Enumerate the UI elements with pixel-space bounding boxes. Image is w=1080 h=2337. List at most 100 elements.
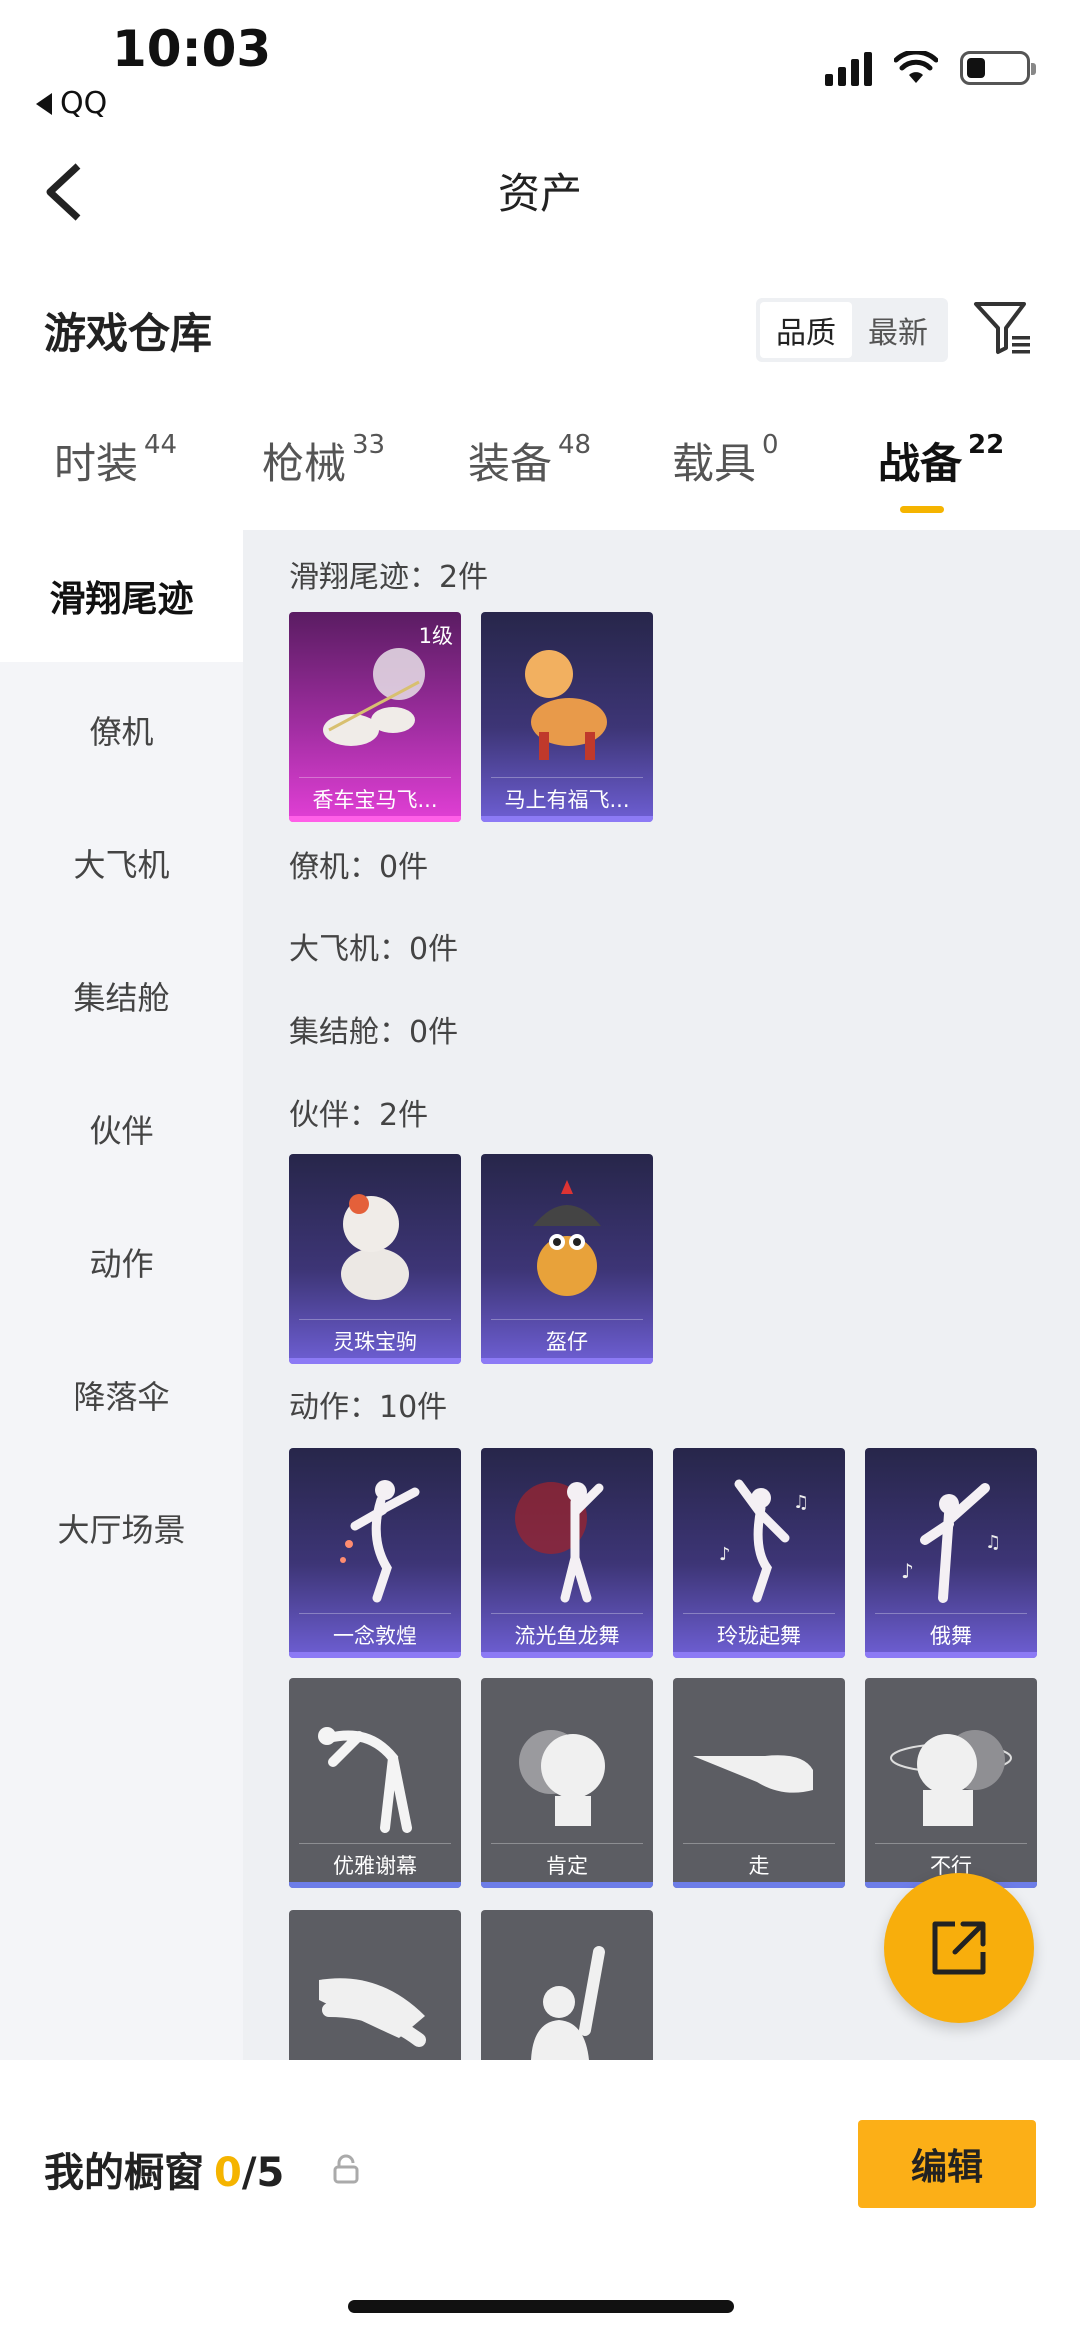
item-card[interactable]: 马上有福飞...: [481, 612, 653, 822]
category-heading: 伙伴：2件: [289, 1098, 429, 1133]
system-icons: [825, 50, 1036, 86]
item-card[interactable]: 优雅谢幕: [289, 1678, 461, 1888]
item-card[interactable]: 盔仔: [481, 1154, 653, 1364]
item-level: 1级: [418, 624, 453, 648]
svg-text:♫: ♫: [985, 1532, 1001, 1553]
dancer-silhouette-icon: [515, 1482, 604, 1603]
back-triangle-icon: [36, 92, 52, 115]
sidebar-item-pod[interactable]: 集结舱: [0, 930, 243, 1062]
category-heading: 集结舱：0件: [289, 1015, 459, 1050]
item-name: 玲珑起舞: [717, 1624, 801, 1648]
item-name: 灵珠宝驹: [333, 1330, 417, 1354]
clap-hands-icon: [319, 1978, 426, 2047]
item-name: 一念敦煌: [333, 1624, 417, 1648]
tab-label: 载具: [672, 439, 757, 488]
item-name: 马上有福飞...: [504, 788, 630, 812]
sidebar-item-plane[interactable]: 大飞机: [0, 797, 243, 929]
home-indicator: [348, 2300, 734, 2313]
item-card[interactable]: 肯定: [481, 1678, 653, 1888]
showcase-total-count: /5: [241, 2150, 285, 2196]
dancer-silhouette-icon: ♪ ♫: [901, 1483, 1001, 1603]
cellular-signal-icon: [825, 50, 872, 86]
tab-count: 48: [558, 430, 592, 460]
share-external-icon: [932, 1921, 986, 1975]
item-card[interactable]: 一念敦煌: [289, 1448, 461, 1658]
item-name: 肯定: [546, 1854, 588, 1878]
sidebar-item-partner[interactable]: 伙伴: [0, 1063, 243, 1195]
showcase-current-count: 0: [214, 2150, 242, 2196]
item-card[interactable]: 灵珠宝驹: [289, 1154, 461, 1364]
item-card[interactable]: 1级 香车宝马飞...: [289, 612, 461, 822]
sidebar-item-wingman[interactable]: 僚机: [0, 664, 243, 796]
lock-icon: [333, 2154, 359, 2184]
item-name: 走: [748, 1854, 770, 1878]
item-card[interactable]: 走: [673, 1678, 845, 1888]
tab-vehicles[interactable]: 载具 0: [672, 430, 779, 491]
filter-button[interactable]: [970, 296, 1034, 360]
sort-toggle: 品质 最新: [756, 298, 948, 362]
svg-text:♪: ♪: [719, 1544, 731, 1565]
sidebar-item-lobby-scene[interactable]: 大厅场景: [0, 1462, 243, 1594]
item-art-icon: [533, 1180, 601, 1296]
item-card[interactable]: ♪ ♫ 俄舞: [865, 1448, 1037, 1658]
item-grid-panel: 滑翔尾迹：2件 1级 香车宝马飞... 马上有福飞... 僚机：0件 大飞机：0…: [243, 530, 1080, 2060]
back-to-app-link[interactable]: QQ: [36, 86, 107, 121]
item-card[interactable]: 流光鱼龙舞: [481, 1448, 653, 1658]
status-bar: 10:03 QQ: [0, 0, 1080, 130]
tab-battle-prep[interactable]: 战备 22: [878, 430, 1004, 491]
sidebar-item-action[interactable]: 动作: [0, 1196, 243, 1328]
item-name: 香车宝马飞...: [312, 788, 438, 812]
shake-head-icon: [890, 1730, 1012, 1826]
warehouse-title: 游戏仓库: [44, 309, 213, 358]
nod-head-icon: [519, 1730, 605, 1826]
battery-icon: [960, 51, 1036, 85]
item-name: 俄舞: [930, 1624, 972, 1648]
tab-fashion[interactable]: 时装 44: [54, 430, 177, 491]
category-heading: 大飞机：0件: [289, 932, 459, 967]
category-heading: 僚机：0件: [289, 850, 429, 885]
category-tabs: 时装 44 枪械 33 装备 48 载具 0 战备 22: [0, 430, 1080, 530]
sidebar-item-glide-trail[interactable]: 滑翔尾迹: [0, 530, 243, 662]
tab-count: 33: [352, 430, 386, 460]
tab-label: 时装: [54, 439, 139, 488]
showcase-label: 我的橱窗 0 /5: [44, 2140, 284, 2198]
share-button[interactable]: [884, 1873, 1034, 2023]
sidebar: 滑翔尾迹 僚机 大飞机 集结舱 伙伴 动作 降落伞 大厅场景: [0, 530, 243, 2060]
category-heading: 滑翔尾迹：2件: [289, 560, 489, 595]
tab-guns[interactable]: 枪械 33: [262, 430, 385, 491]
showcase-title: 我的橱窗: [44, 2150, 204, 2196]
svg-text:♫: ♫: [793, 1492, 809, 1513]
dancer-silhouette-icon: ♪ ♫: [719, 1479, 809, 1603]
filter-icon: [974, 302, 1030, 354]
edit-button[interactable]: 编辑: [858, 2120, 1036, 2208]
item-art-icon: [341, 1194, 409, 1300]
page-title: 资产: [497, 169, 582, 218]
sidebar-item-parachute[interactable]: 降落伞: [0, 1329, 243, 1461]
tab-count: 0: [762, 430, 779, 460]
tab-label: 枪械: [262, 439, 347, 488]
wifi-icon: [894, 51, 938, 83]
wave-hand-icon: [531, 1946, 605, 2060]
item-card[interactable]: [289, 1910, 461, 2060]
item-card[interactable]: [481, 1910, 653, 2060]
back-app-label: QQ: [60, 86, 108, 121]
tab-count: 44: [144, 430, 178, 460]
status-time: 10:03: [112, 20, 272, 78]
svg-text:♪: ♪: [901, 1559, 914, 1583]
bow-silhouette-icon: [318, 1727, 412, 1833]
item-card[interactable]: 不行: [865, 1678, 1037, 1888]
tab-equipment[interactable]: 装备 48: [468, 430, 591, 491]
tab-count: 22: [968, 430, 1005, 460]
item-name: 盔仔: [546, 1330, 588, 1354]
tab-label: 战备: [878, 439, 963, 488]
tab-label: 装备: [468, 439, 553, 488]
pointing-hand-icon: [693, 1755, 813, 1793]
sort-latest-option[interactable]: 最新: [852, 302, 944, 358]
item-name: 优雅谢幕: [333, 1854, 417, 1878]
item-art-icon: [525, 650, 607, 760]
dancer-silhouette-icon: [340, 1480, 420, 1603]
item-card[interactable]: ♪ ♫ 玲珑起舞: [673, 1448, 845, 1658]
sort-quality-option[interactable]: 品质: [760, 302, 852, 358]
category-heading: 动作：10件: [289, 1390, 448, 1425]
item-name: 流光鱼龙舞: [514, 1624, 620, 1648]
